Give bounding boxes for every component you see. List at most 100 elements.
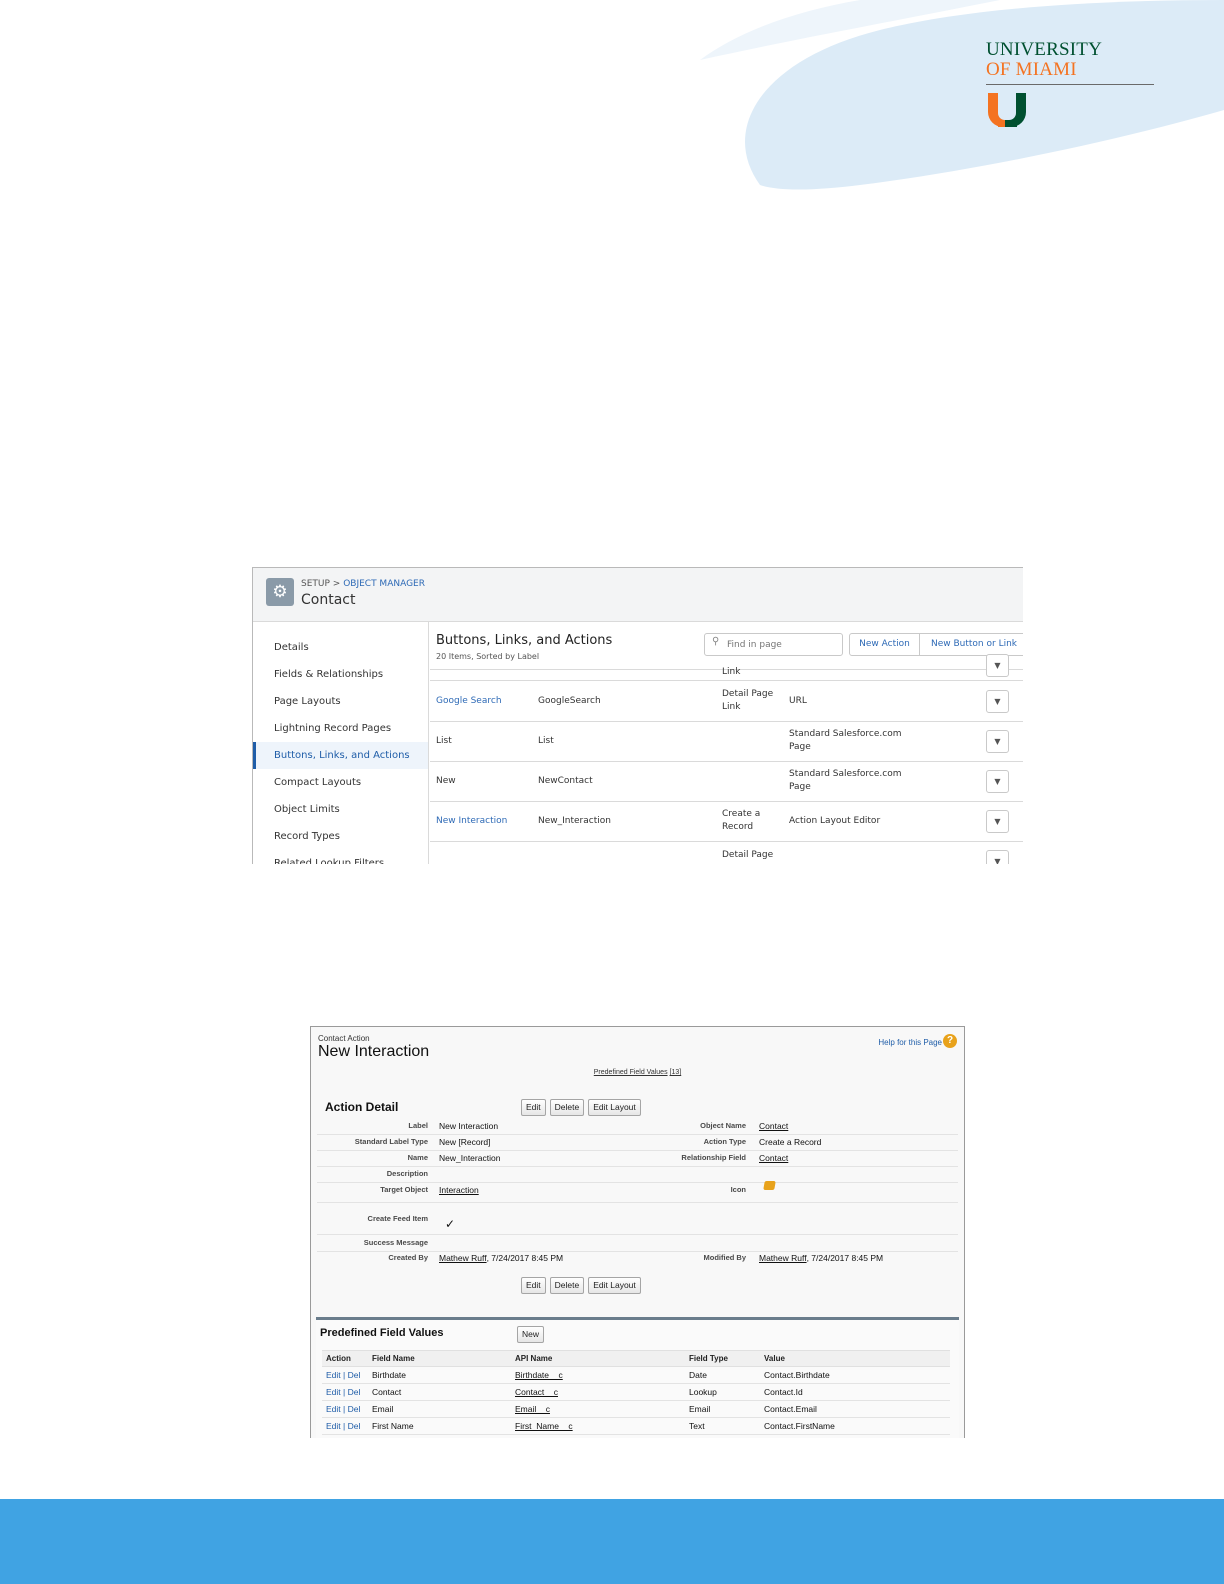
buttons-links-actions-panel: Buttons, Links, and Actions 20 Items, So… (430, 622, 1023, 864)
table-row-partial: Link ▼ (430, 654, 1023, 681)
field-name-cell: Birthdate (368, 1366, 511, 1384)
delete-button[interactable]: Delete (549, 1099, 585, 1116)
object-sidebar: Details Fields & Relationships Page Layo… (253, 622, 429, 864)
api-name-link[interactable]: First_Name__c (511, 1417, 685, 1435)
action-name-cell: List (538, 736, 554, 746)
relationship-field-link[interactable]: Contact (759, 1153, 788, 1163)
row-actions-dropdown[interactable]: ▼ (986, 770, 1009, 793)
predefined-link-count: [13] (669, 1069, 682, 1076)
api-name-link[interactable]: Birthdate__c (511, 1366, 685, 1384)
row-actions-dropdown[interactable]: ▼ (986, 730, 1009, 753)
field-name-cell: First Name (368, 1417, 511, 1435)
delete-button[interactable]: Delete (549, 1277, 585, 1294)
field-name-cell: Contact (368, 1383, 511, 1401)
predefined-field-values-link[interactable]: Predefined Field Values [13] (311, 1069, 964, 1076)
table-row: Edit | Del Email Email__c Email Contact.… (322, 1400, 950, 1418)
display-type-cell: Detail Page Link (722, 689, 774, 712)
sidebar-item-page-layouts[interactable]: Page Layouts (253, 688, 428, 715)
breadcrumb-setup: SETUP > (301, 579, 344, 589)
table-header-row: Action Field Name API Name Field Type Va… (322, 1350, 950, 1367)
breadcrumb-object-manager-link[interactable]: OBJECT MANAGER (343, 579, 425, 589)
detail-row: Standard Label Type New [Record] Action … (317, 1135, 958, 1151)
action-label-cell: List (436, 736, 452, 746)
find-in-page-input[interactable] (704, 633, 843, 656)
classic-action-detail-screenshot: Contact Action New Interaction Help for … (310, 1026, 965, 1438)
modified-by-user-link[interactable]: Mathew Ruff (759, 1253, 807, 1263)
column-header: API Name (511, 1350, 685, 1367)
row-actions: Edit | Del (322, 1417, 368, 1435)
help-icon[interactable]: ? (943, 1034, 957, 1048)
display-type-cell: Detail Page (722, 850, 774, 860)
edit-link[interactable]: Edit (326, 1421, 341, 1431)
sidebar-item-buttons-links-actions[interactable]: Buttons, Links, and Actions (253, 742, 428, 769)
predefined-link-label[interactable]: Predefined Field Values (594, 1069, 668, 1076)
action-name-cell: NewContact (538, 776, 593, 786)
field-label: Relationship Field (681, 1153, 746, 1162)
field-label: Target Object (380, 1185, 428, 1194)
sidebar-item-details[interactable]: Details (253, 634, 428, 661)
footer-bar (0, 1499, 1224, 1584)
edit-link[interactable]: Edit (326, 1404, 341, 1414)
detail-row: Label New Interaction Object Name Contac… (317, 1119, 958, 1135)
edit-link[interactable]: Edit (326, 1370, 341, 1380)
row-actions-dropdown[interactable]: ▼ (986, 654, 1009, 677)
field-type-cell: Text (685, 1417, 760, 1435)
sidebar-item-fields-relationships[interactable]: Fields & Relationships (253, 661, 428, 688)
new-action-button[interactable]: New Action (849, 633, 920, 656)
page-title: New Interaction (318, 1043, 430, 1060)
row-actions: Edit | Del (322, 1400, 368, 1418)
edit-layout-button[interactable]: Edit Layout (588, 1099, 641, 1116)
row-actions-dropdown[interactable]: ▼ (986, 810, 1009, 833)
content-source-cell: Action Layout Editor (789, 816, 881, 826)
delete-link[interactable]: Del (348, 1404, 361, 1414)
row-actions-dropdown[interactable]: ▼ (986, 850, 1009, 864)
field-label: Standard Label Type (354, 1137, 428, 1146)
created-by-value: Mathew Ruff, 7/24/2017 8:45 PM (439, 1253, 563, 1263)
edit-button[interactable]: Edit (521, 1099, 546, 1116)
breadcrumb: SETUP > OBJECT MANAGER (301, 579, 425, 589)
delete-link[interactable]: Del (348, 1387, 361, 1397)
detail-row: Success Message (317, 1236, 958, 1252)
table-row: Google Search GoogleSearch Detail Page L… (430, 682, 1023, 722)
action-label-link[interactable]: New Interaction (436, 815, 507, 828)
setup-gear-icon: ⚙ (266, 578, 294, 606)
detail-row: Created By Mathew Ruff, 7/24/2017 8:45 P… (317, 1251, 958, 1267)
detail-buttons-top: Edit Delete Edit Layout (521, 1099, 641, 1116)
value-cell: Contact.Id (760, 1383, 950, 1401)
edit-button[interactable]: Edit (521, 1277, 546, 1294)
sidebar-item-related-lookup-filters[interactable]: Related Lookup Filters (253, 850, 428, 864)
table-row-partial: Detail Page ▼ (430, 842, 1023, 864)
field-value: New [Record] (439, 1137, 491, 1147)
api-name-link[interactable]: Contact__c (511, 1383, 685, 1401)
api-name-link[interactable]: Email__c (511, 1400, 685, 1418)
delete-link[interactable]: Del (348, 1421, 361, 1431)
action-label-link[interactable]: Google Search (436, 695, 502, 708)
edit-layout-button[interactable]: Edit Layout (588, 1277, 641, 1294)
object-title: Contact (301, 592, 356, 608)
value-cell: Contact.Birthdate (760, 1366, 950, 1384)
field-label: Action Type (703, 1137, 746, 1146)
object-name-link[interactable]: Contact (759, 1121, 788, 1131)
section-title: Action Detail (325, 1100, 399, 1114)
modified-by-date: , 7/24/2017 8:45 PM (806, 1253, 884, 1263)
new-predefined-value-button[interactable]: New (517, 1326, 545, 1343)
field-label: Object Name (700, 1121, 746, 1130)
created-by-user-link[interactable]: Mathew Ruff (439, 1253, 487, 1263)
edit-link[interactable]: Edit (326, 1387, 341, 1397)
u-logo-icon (988, 93, 1026, 127)
new-button-or-link-button[interactable]: New Button or Link (919, 633, 1023, 656)
target-object-link[interactable]: Interaction (439, 1185, 479, 1195)
help-link[interactable]: Help for this Page (878, 1038, 942, 1047)
delete-link[interactable]: Del (348, 1370, 361, 1380)
sidebar-item-object-limits[interactable]: Object Limits (253, 796, 428, 823)
row-actions-dropdown[interactable]: ▼ (986, 690, 1009, 713)
university-logo: UNIVERSITY OF MIAMI (986, 40, 1154, 127)
sidebar-item-compact-layouts[interactable]: Compact Layouts (253, 769, 428, 796)
field-type-cell: Email (685, 1400, 760, 1418)
sidebar-item-record-types[interactable]: Record Types (253, 823, 428, 850)
sidebar-item-lightning-record-pages[interactable]: Lightning Record Pages (253, 715, 428, 742)
logo-divider (986, 84, 1154, 85)
action-icon (763, 1181, 776, 1190)
field-name-cell: Email (368, 1400, 511, 1418)
action-name-cell: GoogleSearch (538, 696, 601, 706)
